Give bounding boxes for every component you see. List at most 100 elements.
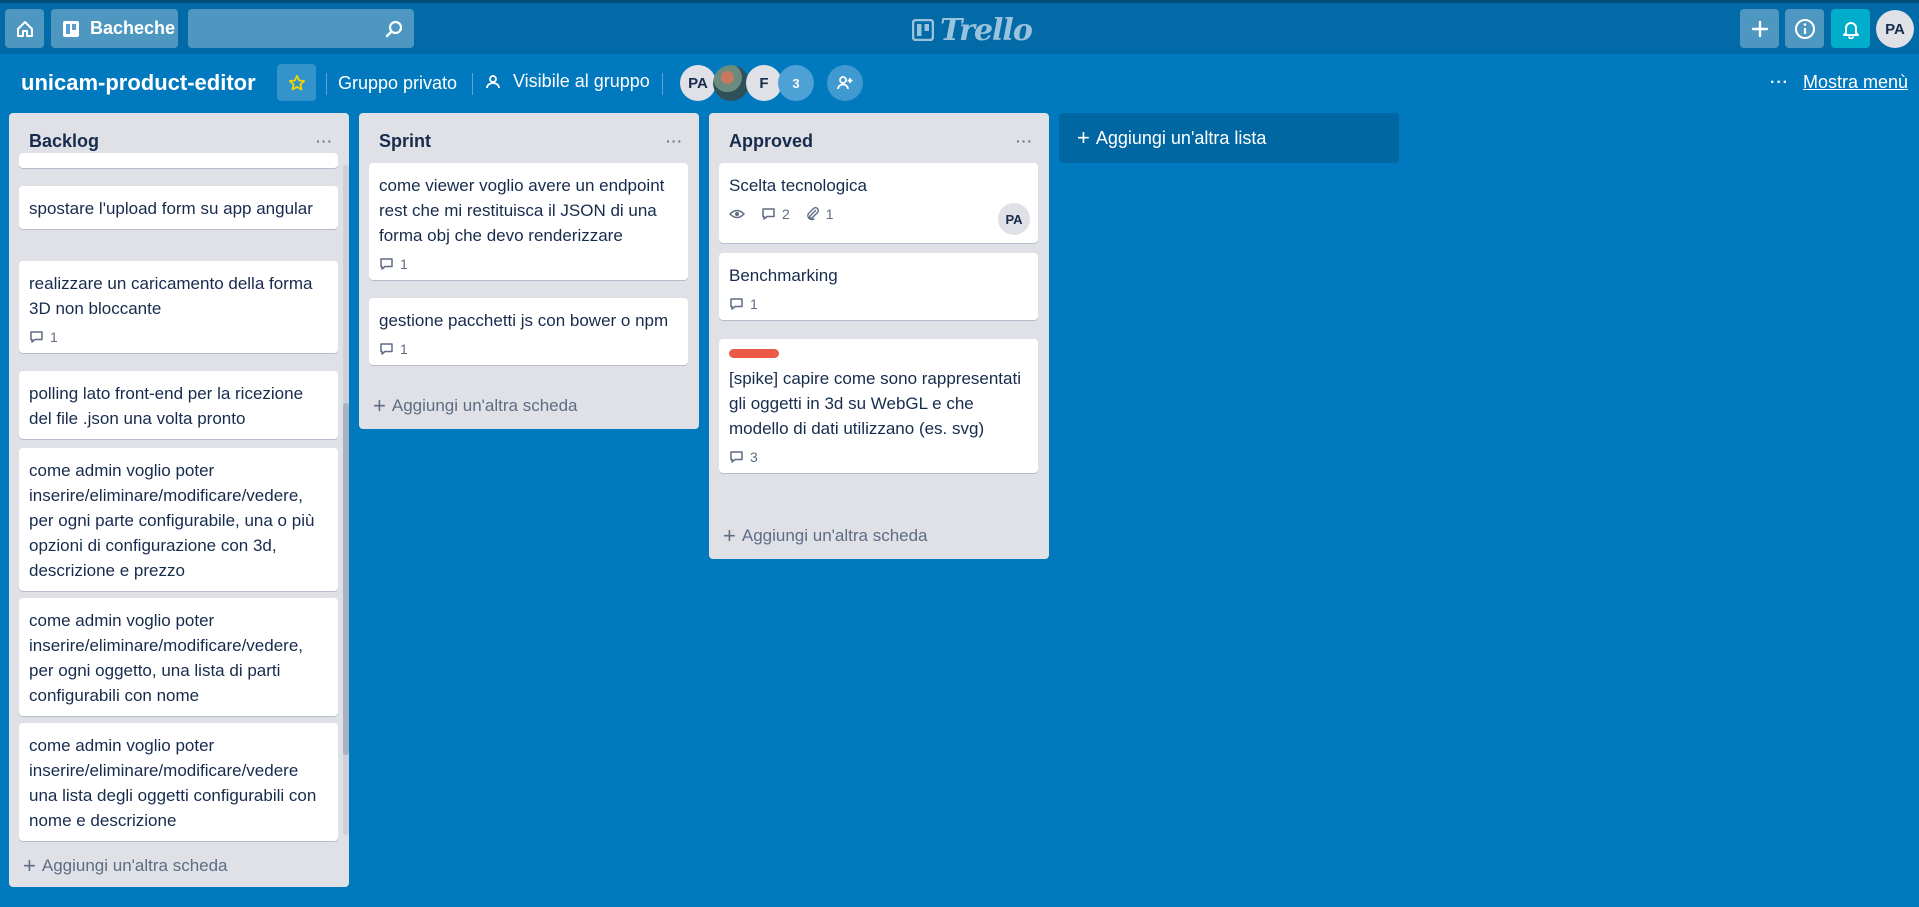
list-title[interactable]: Approved (729, 131, 813, 152)
group-visibility-icon (486, 74, 500, 88)
add-list-button[interactable]: + Aggiungi un'altra lista (1059, 113, 1399, 163)
show-menu-button[interactable]: ··· Mostra menù (1770, 72, 1908, 93)
plus-icon: + (1077, 125, 1090, 150)
home-button[interactable] (5, 9, 44, 48)
comments-badge: 3 (729, 449, 758, 465)
list-menu-button[interactable]: ··· (666, 133, 683, 149)
board-header: unicam-product-editor Gruppo privato Vis… (0, 58, 1919, 108)
eye-icon (729, 209, 745, 219)
card-title: come viewer voglio avere un endpoint res… (379, 176, 665, 245)
list-card[interactable]: gestione pacchetti js con bower o npm 1 (369, 298, 688, 365)
comment-icon (730, 451, 743, 463)
card-title: come admin voglio poter inserire/elimina… (29, 461, 315, 580)
card-badges: 1 (29, 329, 328, 345)
info-icon (1794, 18, 1815, 39)
bell-icon (1842, 21, 1859, 39)
card-badges: 3 (729, 449, 1028, 465)
add-card-button[interactable]: + Aggiungi un'altra scheda (373, 393, 578, 419)
list-card[interactable]: come admin voglio poter inserire/elimina… (19, 448, 338, 591)
list-scrollbar-thumb[interactable] (343, 403, 349, 755)
card-title: [spike] capire come sono rappresentati g… (729, 369, 1021, 438)
comments-count: 1 (50, 329, 58, 345)
card-title: come admin voglio poter inserire/elimina… (29, 736, 317, 830)
card-title: polling lato front-end per la ricezione … (29, 384, 304, 428)
member-avatar[interactable]: PA (680, 65, 716, 101)
list-card[interactable]: Benchmarking 1 (719, 253, 1038, 320)
info-button[interactable] (1785, 9, 1824, 48)
list-card[interactable]: come admin voglio poter inserire/elimina… (19, 598, 338, 716)
boards-button[interactable]: Bacheche (51, 9, 178, 48)
comment-icon (30, 331, 43, 343)
card-title: realizzare un caricamento della forma 3D… (29, 274, 313, 318)
board-title[interactable]: unicam-product-editor (21, 70, 256, 96)
add-card-label: Aggiungi un'altra scheda (391, 396, 578, 415)
card-title: spostare l'upload form su app angular (29, 199, 313, 218)
list-title[interactable]: Backlog (29, 131, 99, 152)
star-icon (288, 74, 305, 90)
more-members-badge[interactable]: 3 (778, 65, 814, 101)
top-header: Bacheche Trello PA (0, 0, 1919, 54)
create-button[interactable] (1740, 9, 1779, 48)
comments-count: 2 (782, 206, 790, 222)
comment-icon (380, 258, 393, 270)
card-label[interactable] (729, 349, 779, 358)
add-member-icon (837, 76, 853, 90)
list-menu-button[interactable]: ··· (1016, 133, 1033, 149)
card-title: Scelta tecnologica (729, 176, 867, 195)
logo-text: Trello (940, 12, 1033, 48)
add-card-label: Aggiungi un'altra scheda (41, 856, 228, 875)
add-card-label: Aggiungi un'altra scheda (741, 526, 928, 545)
menu-dots-icon: ··· (1770, 73, 1789, 91)
invite-member-button[interactable] (827, 65, 863, 101)
card-title: gestione pacchetti js con bower o npm (379, 311, 669, 330)
visibility-label: Visibile al gruppo (513, 71, 650, 91)
visibility-button[interactable]: Visibile al gruppo (485, 71, 650, 92)
header-divider (662, 73, 663, 95)
card-member-avatar[interactable]: PA (998, 203, 1030, 235)
card-badges: 1 (729, 296, 1028, 312)
list-sprint: Sprint ··· come viewer voglio avere un e… (359, 113, 699, 429)
member-avatar[interactable]: F (746, 65, 782, 101)
add-card-button[interactable]: + Aggiungi un'altra scheda (723, 523, 928, 549)
member-photo-avatar[interactable] (713, 65, 749, 101)
list-card[interactable]: polling lato front-end per la ricezione … (19, 371, 338, 439)
list-approved: Approved ··· Scelta tecnologica 2 1 PA B… (709, 113, 1049, 559)
list-card[interactable]: come admin voglio poter inserire/elimina… (19, 723, 338, 841)
list-menu-button[interactable]: ··· (316, 133, 333, 149)
comments-badge: 1 (379, 341, 408, 357)
list-card[interactable]: realizzare un caricamento della forma 3D… (19, 261, 338, 353)
comments-badge: 2 (761, 206, 790, 222)
home-icon (16, 20, 33, 37)
user-avatar[interactable]: PA (1876, 10, 1914, 48)
comments-badge: 1 (729, 296, 758, 312)
list-card[interactable] (19, 153, 338, 168)
comments-count: 1 (750, 296, 758, 312)
comments-badge: 1 (379, 256, 408, 272)
show-menu-label: Mostra menù (1802, 72, 1909, 92)
search-input[interactable] (188, 9, 414, 48)
plus-icon (1751, 20, 1768, 37)
card-badges: 1 (379, 256, 678, 272)
search-icon (385, 20, 403, 37)
attachments-count: 1 (825, 206, 834, 222)
list-title[interactable]: Sprint (379, 131, 431, 152)
card-badges: 1 (379, 341, 678, 357)
watching-badge (729, 208, 745, 220)
header-divider (472, 73, 473, 95)
team-button[interactable]: Gruppo privato (338, 73, 457, 94)
trello-logo-icon (912, 19, 934, 41)
add-list-label: Aggiungi un'altra lista (1095, 127, 1267, 148)
list-card[interactable]: spostare l'upload form su app angular (19, 186, 338, 229)
list-card[interactable]: Scelta tecnologica 2 1 PA (719, 163, 1038, 243)
star-button[interactable] (277, 64, 316, 101)
notifications-button[interactable] (1831, 9, 1870, 48)
plus-icon: + (373, 393, 386, 418)
boards-icon (63, 20, 79, 37)
card-badges: 2 1 (729, 206, 1028, 222)
trello-logo[interactable]: Trello (912, 12, 1033, 48)
card-title: Benchmarking (729, 266, 838, 285)
add-card-button[interactable]: + Aggiungi un'altra scheda (23, 853, 228, 879)
list-card[interactable]: [spike] capire come sono rappresentati g… (719, 339, 1038, 473)
list-card[interactable]: come viewer voglio avere un endpoint res… (369, 163, 688, 280)
comments-count: 3 (750, 449, 758, 465)
